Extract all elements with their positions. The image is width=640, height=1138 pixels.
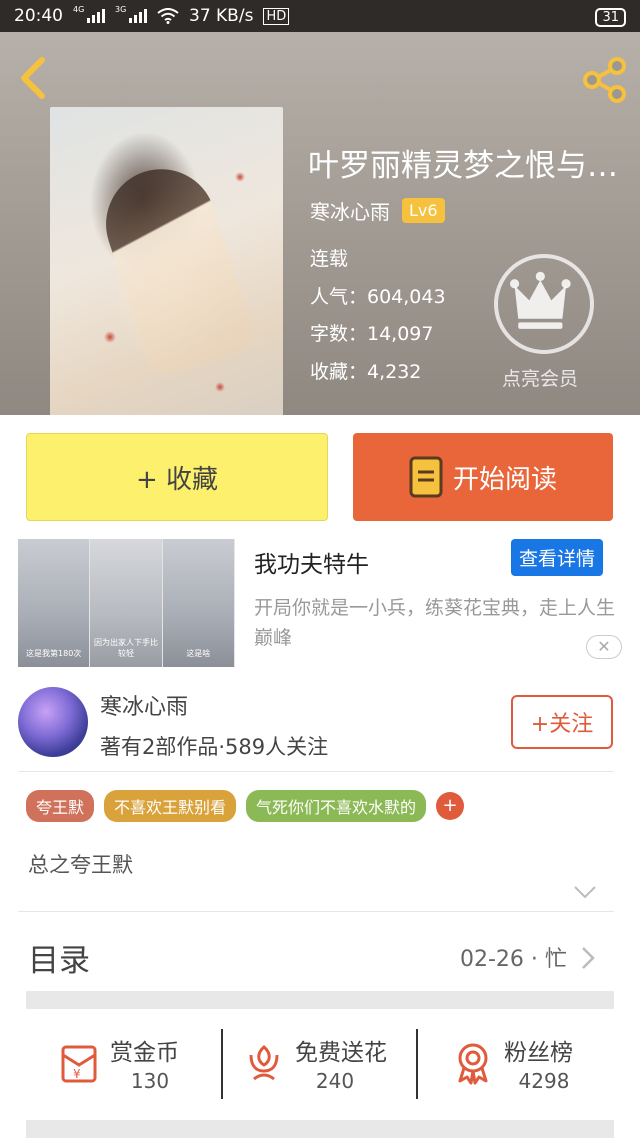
start-reading-label: 开始阅读 <box>452 464 557 495</box>
view-details-button[interactable]: 查看详情 <box>511 539 604 576</box>
chevron-down-icon[interactable] <box>573 885 597 899</box>
cover-figure <box>91 154 259 380</box>
book-title: 叶罗丽精灵梦之恨与不... <box>308 148 638 184</box>
wifi-icon <box>157 8 179 24</box>
red-envelope-icon: ¥ <box>61 1045 97 1083</box>
author-card[interactable]: 寒冰心雨 著有2部作品·589人关注 +关注 <box>0 683 640 773</box>
status-bar: 20:40 4G 3G 37 KB/s HD 31 <box>0 0 640 32</box>
reward-label: 粉丝榜 <box>504 1040 573 1066</box>
tag-item[interactable]: 夸王默 <box>26 790 95 822</box>
share-icon[interactable] <box>580 56 628 104</box>
ad-title: 我功夫特牛 <box>254 552 369 578</box>
ad-description: 开局你就是一小兵，练葵花宝典，走上人生巅峰 <box>254 597 616 649</box>
start-reading-button[interactable]: 开始阅读 <box>353 433 613 521</box>
collect-button[interactable]: + 收藏 <box>26 433 328 521</box>
toc-last-update: 02-26 · 忙 <box>460 947 567 972</box>
book-icon <box>409 456 443 498</box>
tag-item[interactable]: 气死你们不喜欢水默的 <box>246 790 427 822</box>
section-separator <box>26 991 614 1009</box>
signal-4g-icon: 4G <box>73 5 105 23</box>
book-word-count: 字数：14,097 <box>310 323 434 345</box>
follow-button[interactable]: +关注 <box>511 695 613 749</box>
reward-flowers[interactable]: 免费送花 240 <box>243 1029 403 1113</box>
back-arrow-icon[interactable] <box>16 56 50 100</box>
reward-fan-ranking[interactable]: 粉丝榜 4298 <box>452 1029 602 1113</box>
status-time: 20:40 <box>14 6 63 26</box>
signal-3g-icon: 3G <box>115 5 147 23</box>
reward-coins[interactable]: ¥ 赏金币 130 <box>58 1029 198 1113</box>
book-popularity: 人气：604,043 <box>310 286 446 308</box>
book-header: 20:40 4G 3G 37 KB/s HD 31 叶罗丽精灵梦之恨与不... … <box>0 0 640 415</box>
reward-label: 赏金币 <box>110 1040 179 1066</box>
ad-close-icon[interactable]: ✕ <box>586 635 622 659</box>
vip-button[interactable] <box>494 254 594 354</box>
reward-count: 240 <box>315 1069 355 1093</box>
reward-count: 4298 <box>518 1069 570 1093</box>
medal-icon <box>458 1043 488 1085</box>
reward-label: 免费送花 <box>295 1040 387 1066</box>
toc-title: 目录 <box>28 943 90 979</box>
book-cover-image[interactable] <box>50 107 283 415</box>
crown-icon <box>509 271 571 329</box>
tag-list: 夸王默 不喜欢王默别看 气死你们不喜欢水默的 + <box>26 790 465 822</box>
book-status: 连载 <box>310 248 349 270</box>
ad-panel: 这是啥 <box>162 539 235 667</box>
reward-bar: ¥ 赏金币 130 免费送花 240 粉丝榜 4298 <box>0 1029 640 1113</box>
author-meta: 著有2部作品·589人关注 <box>100 735 329 759</box>
author-line: 寒冰心雨 Lv6 <box>310 196 445 225</box>
network-speed: 37 KB/s <box>189 6 254 26</box>
ad-panel: 这是我第180次 <box>18 539 91 667</box>
divider <box>18 911 614 912</box>
divider <box>416 1029 418 1099</box>
section-separator <box>26 1120 614 1138</box>
divider <box>221 1029 223 1099</box>
level-badge: Lv6 <box>402 198 445 223</box>
add-tag-button[interactable]: + <box>436 792 465 820</box>
hd-icon: HD <box>263 7 290 25</box>
svg-text:¥: ¥ <box>73 1067 81 1081</box>
ad-thumbnail[interactable]: 这是我第180次 因为出家人下手比较轻 这是啥 <box>18 539 235 667</box>
battery-icon: 31 <box>595 8 626 27</box>
table-of-contents-row[interactable]: 目录 02-26 · 忙 <box>0 923 640 993</box>
ad-banner[interactable]: 这是我第180次 因为出家人下手比较轻 这是啥 我功夫特牛 查看详情 开局你就是… <box>18 539 624 669</box>
book-favorites: 收藏：4,232 <box>310 361 422 383</box>
tag-item[interactable]: 不喜欢王默别看 <box>104 790 237 822</box>
book-detail-content: + 收藏 开始阅读 这是我第180次 因为出家人下手比较轻 这是啥 我功夫特牛 … <box>0 415 640 1138</box>
reward-count: 130 <box>130 1069 170 1093</box>
flower-icon <box>249 1045 279 1081</box>
chevron-right-icon <box>582 947 595 969</box>
avatar[interactable] <box>18 687 88 757</box>
book-author[interactable]: 寒冰心雨 <box>310 196 390 225</box>
author-name[interactable]: 寒冰心雨 <box>100 689 188 721</box>
divider <box>18 771 614 772</box>
vip-label[interactable]: 点亮会员 <box>502 364 578 391</box>
ad-panel: 因为出家人下手比较轻 <box>90 539 163 667</box>
book-intro: 总之夸王默 <box>28 853 133 877</box>
